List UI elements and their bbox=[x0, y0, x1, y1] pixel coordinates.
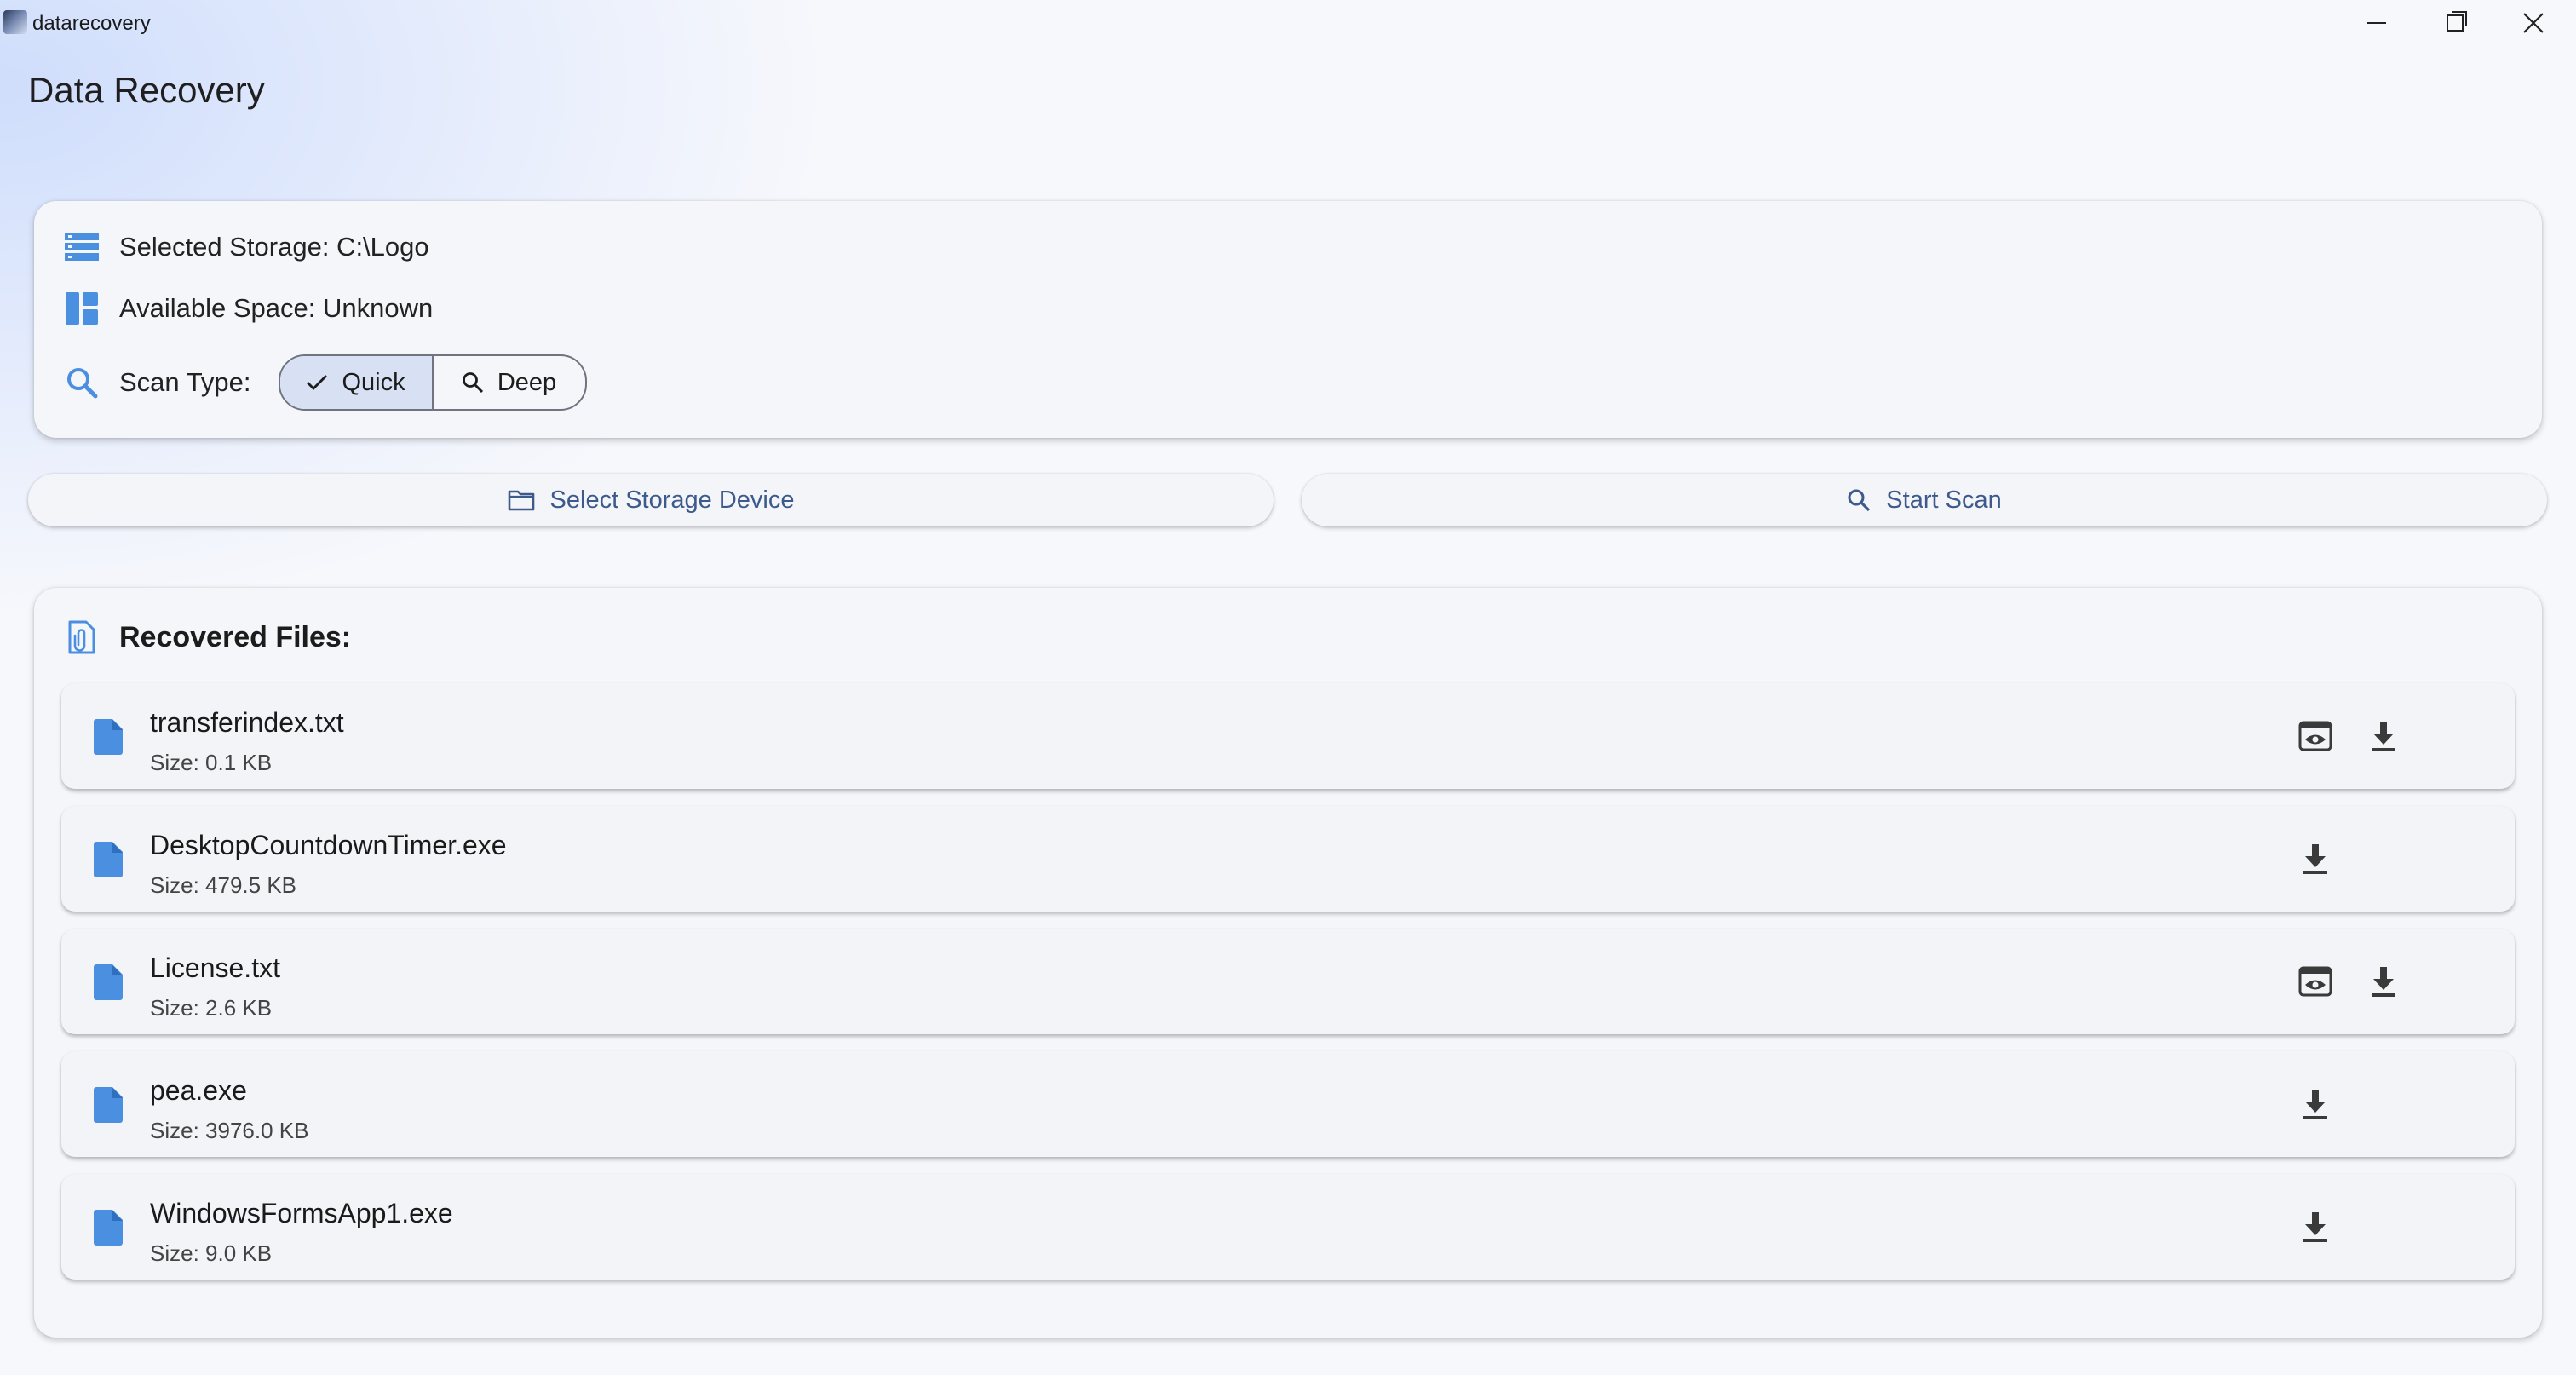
file-icon bbox=[94, 1210, 123, 1246]
download-icon bbox=[2303, 1212, 2327, 1242]
minimize-icon bbox=[2367, 22, 2386, 24]
selected-storage-text: Selected Storage: C:\Logo bbox=[119, 232, 429, 262]
recovered-files-title: Recovered Files: bbox=[119, 620, 352, 653]
app-window: datarecovery Data Recovery Selected Stor… bbox=[0, 0, 2576, 1375]
file-size: Size: 3976.0 KB bbox=[150, 1118, 309, 1143]
file-icon bbox=[94, 719, 123, 755]
dashboard-icon bbox=[63, 290, 101, 327]
download-icon bbox=[2303, 1090, 2327, 1119]
file-name: pea.exe bbox=[150, 1075, 247, 1106]
file-icon bbox=[94, 1087, 123, 1123]
download-icon bbox=[2372, 722, 2395, 751]
file-size: Size: 0.1 KB bbox=[150, 750, 273, 775]
scan-type-row: Scan Type: Quick Deep bbox=[34, 354, 587, 411]
title-bar: datarecovery bbox=[0, 0, 2576, 46]
file-item[interactable]: pea.exe Size: 3976.0 KB bbox=[61, 1051, 2515, 1157]
window-title: datarecovery bbox=[32, 12, 151, 35]
download-icon bbox=[2303, 844, 2327, 874]
select-storage-label: Select Storage Device bbox=[549, 486, 795, 514]
app-icon bbox=[3, 10, 27, 34]
scan-quick-option[interactable]: Quick bbox=[279, 356, 434, 409]
select-storage-button[interactable]: Select Storage Device bbox=[28, 474, 1274, 526]
download-button[interactable] bbox=[2295, 1084, 2336, 1125]
search-icon bbox=[63, 364, 101, 401]
check-icon bbox=[307, 375, 328, 390]
file-name: WindowsFormsApp1.exe bbox=[150, 1198, 453, 1228]
file-size: Size: 479.5 KB bbox=[150, 872, 296, 898]
scan-deep-option[interactable]: Deep bbox=[434, 356, 585, 409]
page-title: Data Recovery bbox=[28, 70, 265, 110]
scan-type-toggle: Quick Deep bbox=[278, 354, 587, 411]
search-icon bbox=[1848, 489, 1871, 512]
file-icon bbox=[94, 842, 123, 877]
folder-icon bbox=[508, 490, 534, 511]
search-icon bbox=[462, 372, 483, 394]
start-scan-label: Start Scan bbox=[1886, 486, 2002, 514]
restore-button[interactable] bbox=[2416, 0, 2494, 46]
recovered-files-card: Recovered Files: transferindex.txt Size:… bbox=[34, 588, 2542, 1338]
download-icon bbox=[2372, 967, 2395, 997]
file-name: License.txt bbox=[150, 952, 280, 983]
download-button[interactable] bbox=[2295, 1206, 2336, 1247]
preview-icon bbox=[2298, 721, 2332, 751]
restore-icon bbox=[2447, 11, 2467, 32]
minimize-button[interactable] bbox=[2337, 0, 2416, 46]
download-button[interactable] bbox=[2363, 716, 2404, 757]
recovered-files-header: Recovered Files: bbox=[63, 618, 351, 656]
preview-button[interactable] bbox=[2295, 716, 2336, 757]
file-size: Size: 9.0 KB bbox=[150, 1240, 273, 1266]
scan-quick-label: Quick bbox=[342, 368, 405, 396]
download-button[interactable] bbox=[2295, 838, 2336, 879]
file-item[interactable]: WindowsFormsApp1.exe Size: 9.0 KB bbox=[61, 1174, 2515, 1280]
file-item[interactable]: DesktopCountdownTimer.exe Size: 479.5 KB bbox=[61, 806, 2515, 912]
available-space-text: Available Space: Unknown bbox=[119, 293, 434, 323]
file-icon bbox=[94, 964, 123, 1000]
file-name: transferindex.txt bbox=[150, 707, 344, 738]
file-item[interactable]: License.txt Size: 2.6 KB bbox=[61, 929, 2515, 1034]
preview-icon bbox=[2298, 966, 2332, 997]
storage-info-card: Selected Storage: C:\Logo Available Spac… bbox=[34, 201, 2542, 438]
file-name: DesktopCountdownTimer.exe bbox=[150, 830, 507, 860]
close-button[interactable] bbox=[2494, 0, 2573, 46]
storage-icon bbox=[63, 228, 101, 266]
available-space-row: Available Space: Unknown bbox=[34, 290, 433, 327]
start-scan-button[interactable]: Start Scan bbox=[1302, 474, 2547, 526]
scan-deep-label: Deep bbox=[497, 368, 557, 396]
download-button[interactable] bbox=[2363, 961, 2404, 1002]
scan-type-label: Scan Type: bbox=[119, 367, 251, 397]
close-icon bbox=[2523, 13, 2544, 33]
selected-storage-row: Selected Storage: C:\Logo bbox=[34, 228, 429, 266]
file-size: Size: 2.6 KB bbox=[150, 995, 273, 1021]
preview-button[interactable] bbox=[2295, 961, 2336, 1002]
file-item[interactable]: transferindex.txt Size: 0.1 KB bbox=[61, 683, 2515, 789]
attachment-file-icon bbox=[63, 618, 101, 656]
